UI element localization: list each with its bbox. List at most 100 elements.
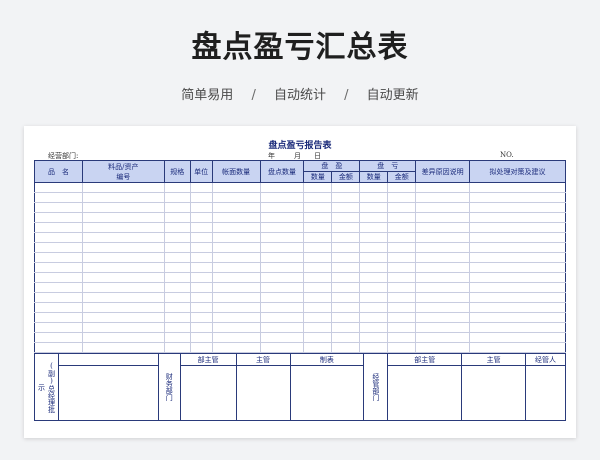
table-cell[interactable] bbox=[81, 272, 165, 283]
table-cell[interactable] bbox=[211, 182, 261, 193]
table-cell[interactable] bbox=[387, 322, 417, 333]
table-cell[interactable] bbox=[163, 342, 191, 353]
table-cell[interactable] bbox=[469, 252, 566, 263]
table-cell[interactable] bbox=[211, 302, 261, 313]
table-cell[interactable] bbox=[259, 322, 305, 333]
table-cell[interactable] bbox=[34, 312, 83, 323]
table-cell[interactable] bbox=[331, 332, 361, 343]
table-cell[interactable] bbox=[469, 232, 566, 243]
table-cell[interactable] bbox=[81, 262, 165, 273]
table-cell[interactable] bbox=[211, 342, 261, 353]
table-cell[interactable] bbox=[34, 342, 83, 353]
table-cell[interactable] bbox=[189, 272, 213, 283]
table-cell[interactable] bbox=[415, 182, 471, 193]
table-cell[interactable] bbox=[303, 252, 333, 263]
table-cell[interactable] bbox=[163, 232, 191, 243]
table-cell[interactable] bbox=[189, 342, 213, 353]
table-cell[interactable] bbox=[259, 222, 305, 233]
table-cell[interactable] bbox=[34, 332, 83, 343]
table-cell[interactable] bbox=[81, 312, 165, 323]
table-cell[interactable] bbox=[34, 232, 83, 243]
table-cell[interactable] bbox=[259, 262, 305, 273]
table-cell[interactable] bbox=[303, 272, 333, 283]
table-cell[interactable] bbox=[81, 332, 165, 343]
table-cell[interactable] bbox=[359, 252, 389, 263]
table-cell[interactable] bbox=[415, 322, 471, 333]
table-cell[interactable] bbox=[34, 302, 83, 313]
table-cell[interactable] bbox=[387, 222, 417, 233]
table-cell[interactable] bbox=[303, 242, 333, 253]
table-cell[interactable] bbox=[469, 182, 566, 193]
table-cell[interactable] bbox=[359, 222, 389, 233]
table-cell[interactable] bbox=[34, 292, 83, 303]
finance-head-signature[interactable] bbox=[179, 365, 237, 421]
table-cell[interactable] bbox=[415, 192, 471, 203]
table-cell[interactable] bbox=[331, 312, 361, 323]
table-cell[interactable] bbox=[81, 242, 165, 253]
table-cell[interactable] bbox=[387, 272, 417, 283]
table-cell[interactable] bbox=[34, 242, 83, 253]
table-cell[interactable] bbox=[469, 332, 566, 343]
table-cell[interactable] bbox=[303, 262, 333, 273]
table-cell[interactable] bbox=[331, 342, 361, 353]
table-cell[interactable] bbox=[163, 242, 191, 253]
table-cell[interactable] bbox=[359, 242, 389, 253]
table-cell[interactable] bbox=[359, 192, 389, 203]
table-cell[interactable] bbox=[331, 212, 361, 223]
table-cell[interactable] bbox=[303, 192, 333, 203]
table-cell[interactable] bbox=[81, 232, 165, 243]
table-cell[interactable] bbox=[211, 282, 261, 293]
table-cell[interactable] bbox=[469, 212, 566, 223]
table-cell[interactable] bbox=[259, 342, 305, 353]
table-cell[interactable] bbox=[81, 202, 165, 213]
table-cell[interactable] bbox=[34, 182, 83, 193]
table-cell[interactable] bbox=[303, 282, 333, 293]
table-cell[interactable] bbox=[259, 292, 305, 303]
table-cell[interactable] bbox=[469, 202, 566, 213]
table-cell[interactable] bbox=[211, 192, 261, 203]
table-cell[interactable] bbox=[415, 332, 471, 343]
table-cell[interactable] bbox=[359, 342, 389, 353]
table-cell[interactable] bbox=[415, 262, 471, 273]
table-cell[interactable] bbox=[469, 272, 566, 283]
table-cell[interactable] bbox=[163, 312, 191, 323]
table-cell[interactable] bbox=[34, 282, 83, 293]
table-cell[interactable] bbox=[163, 272, 191, 283]
table-cell[interactable] bbox=[34, 272, 83, 283]
table-cell[interactable] bbox=[259, 242, 305, 253]
table-cell[interactable] bbox=[34, 322, 83, 333]
table-cell[interactable] bbox=[81, 342, 165, 353]
table-cell[interactable] bbox=[163, 212, 191, 223]
table-cell[interactable] bbox=[387, 182, 417, 193]
table-cell[interactable] bbox=[211, 242, 261, 253]
table-cell[interactable] bbox=[189, 252, 213, 263]
table-cell[interactable] bbox=[359, 332, 389, 343]
table-cell[interactable] bbox=[469, 222, 566, 233]
table-cell[interactable] bbox=[359, 312, 389, 323]
table-cell[interactable] bbox=[163, 202, 191, 213]
table-cell[interactable] bbox=[359, 272, 389, 283]
table-cell[interactable] bbox=[189, 312, 213, 323]
table-cell[interactable] bbox=[415, 272, 471, 283]
table-cell[interactable] bbox=[303, 182, 333, 193]
table-cell[interactable] bbox=[81, 252, 165, 263]
table-cell[interactable] bbox=[331, 272, 361, 283]
table-cell[interactable] bbox=[387, 342, 417, 353]
table-cell[interactable] bbox=[189, 262, 213, 273]
handler-signature[interactable] bbox=[525, 365, 566, 421]
table-cell[interactable] bbox=[163, 222, 191, 233]
table-cell[interactable] bbox=[259, 252, 305, 263]
table-cell[interactable] bbox=[469, 292, 566, 303]
table-cell[interactable] bbox=[34, 222, 83, 233]
table-cell[interactable] bbox=[331, 232, 361, 243]
table-cell[interactable] bbox=[387, 192, 417, 203]
table-cell[interactable] bbox=[211, 272, 261, 283]
table-cell[interactable] bbox=[34, 192, 83, 203]
table-cell[interactable] bbox=[387, 302, 417, 313]
table-cell[interactable] bbox=[469, 342, 566, 353]
table-cell[interactable] bbox=[331, 202, 361, 213]
table-cell[interactable] bbox=[387, 312, 417, 323]
table-cell[interactable] bbox=[303, 332, 333, 343]
table-cell[interactable] bbox=[331, 302, 361, 313]
table-cell[interactable] bbox=[331, 292, 361, 303]
